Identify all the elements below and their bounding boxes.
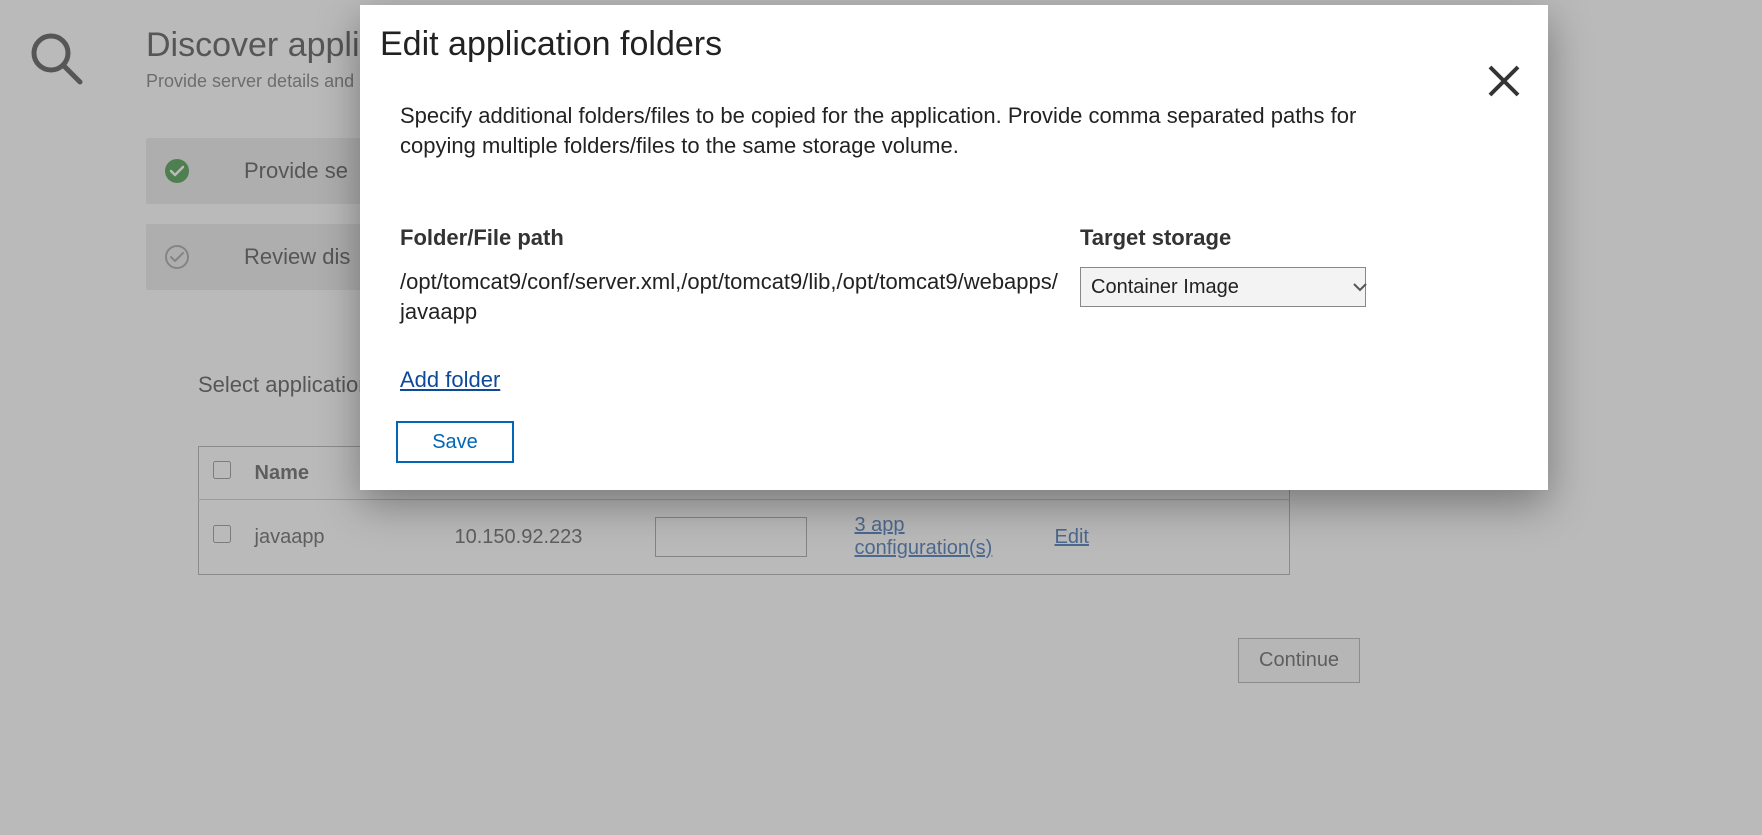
folder-path-value: /opt/tomcat9/conf/server.xml,/opt/tomcat… xyxy=(400,267,1060,326)
target-storage-select[interactable]: Container Image xyxy=(1080,267,1366,307)
edit-folders-modal: Edit application folders Specify additio… xyxy=(360,5,1548,490)
target-storage-header: Target storage xyxy=(1080,225,1380,251)
folder-path-column: Folder/File path /opt/tomcat9/conf/serve… xyxy=(400,225,1060,326)
add-folder-link[interactable]: Add folder xyxy=(400,367,500,393)
target-storage-column: Target storage Container Image xyxy=(1080,225,1380,326)
modal-columns: Folder/File path /opt/tomcat9/conf/serve… xyxy=(400,225,1508,326)
save-button[interactable]: Save xyxy=(396,421,514,463)
folder-path-header: Folder/File path xyxy=(400,225,1060,251)
close-icon[interactable] xyxy=(1484,61,1524,101)
modal-title: Edit application folders xyxy=(380,25,1528,64)
modal-description: Specify additional folders/files to be c… xyxy=(400,101,1428,160)
